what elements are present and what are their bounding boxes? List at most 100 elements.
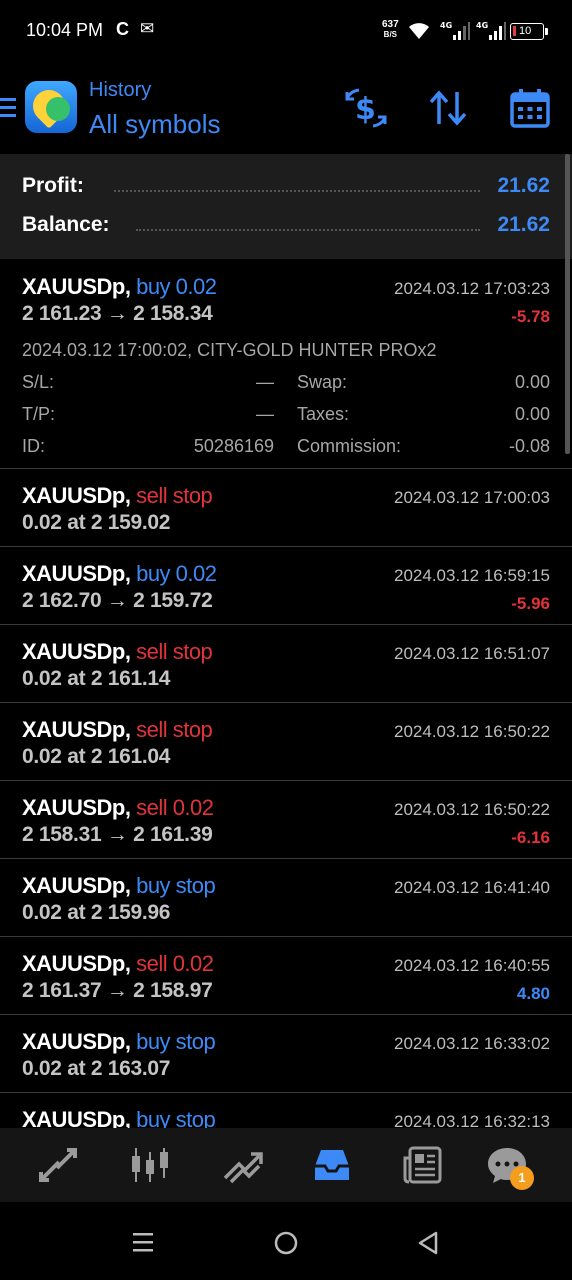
menu-icon[interactable] <box>0 98 16 118</box>
list-item[interactable]: XAUUSDp, sell stop 2024.03.12 16:50:22 0… <box>0 703 572 781</box>
deal-price: 0.02 at 2 161.04 <box>22 745 171 768</box>
list-item[interactable]: XAUUSDp, sell stop 2024.03.12 17:00:03 0… <box>0 469 572 547</box>
profit-row: Profit: 21.62 <box>22 174 550 204</box>
commission-label: Commission: <box>297 436 402 456</box>
swap-value: 0.00 <box>514 372 550 392</box>
calendar-icon[interactable] <box>508 86 552 130</box>
deal-profit: -5.78 <box>511 307 550 326</box>
deal-symbol: XAUUSDp, buy stop <box>22 1029 216 1054</box>
chart-icon[interactable] <box>129 1144 171 1186</box>
deal-profit: 4.80 <box>516 984 550 1003</box>
back-icon[interactable] <box>416 1230 440 1256</box>
deal-price: 2 161.37 → 2 158.97 <box>22 979 213 1002</box>
commission-value: -0.08 <box>508 436 550 456</box>
sl-label: S/L: <box>22 372 55 392</box>
deal-time: 2024.03.12 16:59:15 <box>394 566 550 585</box>
id-label: ID: <box>22 436 46 456</box>
svg-text:4G: 4G <box>440 21 452 30</box>
deal-type: buy stop <box>136 873 216 898</box>
list-item[interactable]: XAUUSDp, buy stop 2024.03.12 16:41:40 0.… <box>0 859 572 937</box>
list-item[interactable]: XAUUSDp, sell 0.02 2024.03.12 16:50:22 2… <box>0 781 572 859</box>
net-speed: 637 B/S <box>382 19 399 39</box>
balance-value: 21.62 <box>497 213 550 236</box>
history-icon[interactable] <box>311 1144 353 1186</box>
tp-value: — <box>256 404 274 424</box>
status-bar: 10:04 PM C ✉ 637 B/S 4G 4G 10 <box>0 0 572 62</box>
deal-symbol: XAUUSDp, sell 0.02 <box>22 951 214 976</box>
deposit-icon[interactable]: $ <box>344 86 388 130</box>
deal-price: 2 161.23 → 2 158.34 <box>22 302 213 325</box>
deal-time: 2024.03.12 16:32:13 <box>394 1112 550 1128</box>
wifi-icon <box>409 23 429 39</box>
deal-detail-line: 2024.03.12 17:00:02, CITY-GOLD HUNTER PR… <box>22 340 437 360</box>
battery-icon: 10 <box>510 23 548 40</box>
system-nav <box>0 1202 572 1280</box>
deal-time: 2024.03.12 16:50:22 <box>394 800 550 819</box>
deal-time: 2024.03.12 16:50:22 <box>394 722 550 741</box>
id-value: 50286169 <box>193 436 274 456</box>
deal-time: 2024.03.12 16:33:02 <box>394 1034 550 1053</box>
toolbar: History All symbols $ <box>0 62 572 154</box>
quotes-icon[interactable] <box>37 1144 79 1186</box>
deal-time: 2024.03.12 17:00:03 <box>394 488 550 507</box>
messages-badge: 1 <box>510 1166 534 1190</box>
battery-value: 10 <box>519 25 532 37</box>
deal-symbol: XAUUSDp, buy 0.02 <box>22 561 217 586</box>
deal-type: buy 0.02 <box>136 561 217 586</box>
deal-symbol: XAUUSDp, sell stop <box>22 639 213 664</box>
profit-value: 21.62 <box>497 174 550 197</box>
trade-icon[interactable] <box>221 1144 263 1186</box>
deal-time: 2024.03.12 16:40:55 <box>394 956 550 975</box>
home-icon[interactable] <box>273 1230 299 1256</box>
deal-time: 2024.03.12 17:03:23 <box>394 279 550 298</box>
deal-symbol: XAUUSDp, sell stop <box>22 717 213 742</box>
taxes-label: Taxes: <box>297 404 350 424</box>
mail-icon: ✉ <box>140 19 155 38</box>
net-speed-value: 637 <box>382 19 399 30</box>
profit-label: Profit: <box>22 174 88 198</box>
carrier-icon: C <box>116 19 129 39</box>
deal-symbol: XAUUSDp, sell stop <box>22 483 213 508</box>
sort-icon[interactable] <box>426 86 470 130</box>
signal-icon-1: 4G <box>440 21 470 40</box>
balance-row: Balance: 21.62 <box>22 213 550 243</box>
deal-symbol: XAUUSDp, sell 0.02 <box>22 795 214 820</box>
list-item[interactable]: XAUUSDp, sell 0.02 2024.03.12 16:40:55 2… <box>0 937 572 1015</box>
deal-symbol: XAUUSDp, buy stop <box>22 873 216 898</box>
deal-type: sell stop <box>136 483 213 508</box>
list-item[interactable]: XAUUSDp, buy 0.02 2024.03.12 17:03:23 2 … <box>0 260 572 469</box>
deal-time: 2024.03.12 16:51:07 <box>394 644 550 663</box>
list-item[interactable]: XAUUSDp, buy stop 2024.03.12 16:33:02 0.… <box>0 1015 572 1093</box>
deal-price: 0.02 at 2 159.02 <box>22 511 171 534</box>
recent-apps-icon[interactable] <box>131 1230 155 1254</box>
list-item[interactable]: XAUUSDp, buy 0.02 2024.03.12 16:59:15 2 … <box>0 547 572 625</box>
deal-type: buy stop <box>136 1107 216 1128</box>
list-item[interactable]: XAUUSDp, buy stop 2024.03.12 16:32:13 <box>0 1093 572 1128</box>
svg-text:$: $ <box>355 92 376 127</box>
deal-price: 0.02 at 2 161.14 <box>22 667 171 690</box>
symbol-filter[interactable]: All symbols <box>89 109 220 140</box>
bottom-nav: 1 <box>0 1128 572 1202</box>
deal-price: 2 162.70 → 2 159.72 <box>22 589 213 612</box>
battery-level <box>513 26 516 36</box>
deal-profit: -5.96 <box>511 594 550 613</box>
deal-type: sell 0.02 <box>136 951 214 976</box>
swap-label: Swap: <box>297 372 348 392</box>
deal-type: buy 0.02 <box>136 274 217 299</box>
summary-panel: Profit: 21.62 Balance: 21.62 <box>0 154 572 259</box>
deal-type: sell stop <box>136 639 213 664</box>
svg-text:4G: 4G <box>476 21 488 30</box>
deals-list: XAUUSDp, buy 0.02 2024.03.12 17:03:23 2 … <box>0 260 572 1128</box>
taxes-value: 0.00 <box>514 404 550 424</box>
deal-type: sell stop <box>136 717 213 742</box>
deal-type: buy stop <box>136 1029 216 1054</box>
deal-price: 0.02 at 2 163.07 <box>22 1057 171 1080</box>
app-logo <box>25 81 77 133</box>
balance-label: Balance: <box>22 213 114 237</box>
deal-price: 2 158.31 → 2 161.39 <box>22 823 213 846</box>
deal-time: 2024.03.12 16:41:40 <box>394 878 550 897</box>
news-icon[interactable] <box>402 1144 444 1186</box>
net-speed-unit: B/S <box>383 30 398 39</box>
list-item[interactable]: XAUUSDp, sell stop 2024.03.12 16:51:07 0… <box>0 625 572 703</box>
signal-icon-2: 4G <box>476 21 506 40</box>
